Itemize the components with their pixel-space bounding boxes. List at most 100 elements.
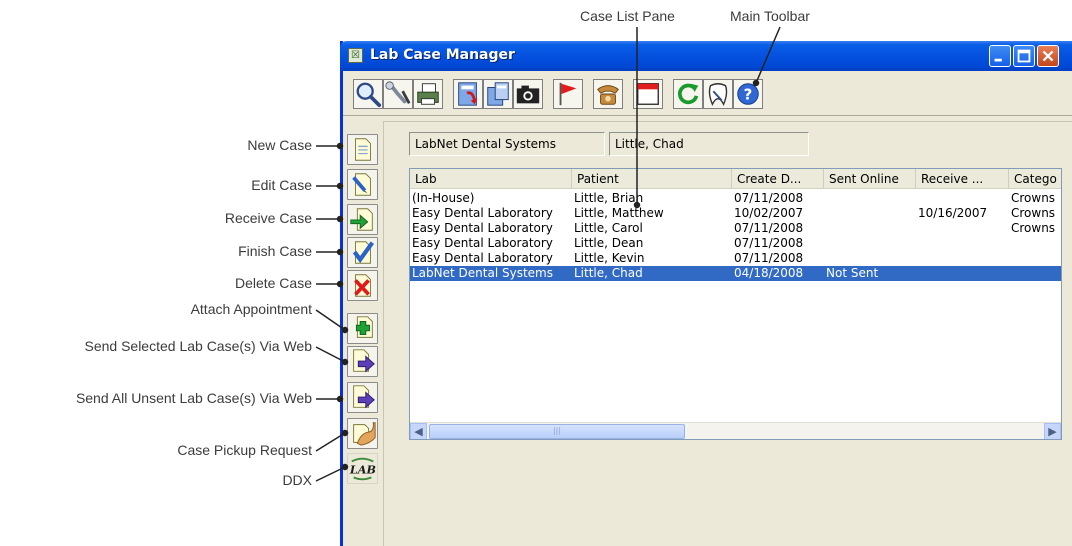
table-row[interactable]: LabNet Dental Systems Little, Chad 04/18/2… <box>410 266 1061 281</box>
table-cell: Not Sent <box>826 266 879 280</box>
chevron-right-icon: ▶ <box>1048 425 1057 438</box>
refresh-icon <box>678 83 699 105</box>
table-row[interactable]: (In-House) Little, Brian 07/11/2008 Crowns <box>410 191 1061 206</box>
table-cell: Crowns <box>1011 206 1056 220</box>
toolbar-calendar-button[interactable] <box>633 79 663 109</box>
table-cell: 07/11/2008 <box>734 236 804 250</box>
table-cell: Easy Dental Laboratory <box>412 236 553 250</box>
callout-send-all-unsent: Send All Unsent Lab Case(s) Via Web <box>75 390 312 406</box>
edit-case-button[interactable] <box>347 169 378 200</box>
ddx-lab-text: LAB <box>349 463 376 477</box>
wrench-setup-icon <box>385 81 411 104</box>
camera-icon <box>516 85 540 104</box>
table-row[interactable]: Easy Dental Laboratory Little, Matthew 10/… <box>410 206 1061 221</box>
send-arrow-icon <box>353 349 375 373</box>
selected-lab-field: LabNet Dental Systems <box>409 132 605 156</box>
table-cell: Easy Dental Laboratory <box>412 221 553 235</box>
table-cell: Crowns <box>1011 191 1056 205</box>
report-sheet-icon <box>487 82 509 106</box>
maximize-button[interactable] <box>1013 45 1035 67</box>
selected-patient-field: Little, Chad <box>609 132 809 156</box>
toolbar-flag-button[interactable] <box>553 79 583 109</box>
table-cell: 07/11/2008 <box>734 191 804 205</box>
finish-check-icon <box>352 241 375 264</box>
delete-x-icon <box>354 274 371 297</box>
receive-case-button[interactable] <box>347 204 378 235</box>
close-button[interactable] <box>1037 45 1059 67</box>
callout-attach-appointment: Attach Appointment <box>190 301 312 317</box>
table-cell: Crowns <box>1011 221 1056 235</box>
toolbar-tooth-button[interactable] <box>703 79 733 109</box>
lab-case-app-icon: ☒ <box>348 48 363 63</box>
magnifier-search-icon <box>356 82 382 108</box>
table-cell: 04/18/2008 <box>734 266 804 280</box>
send-selected-via-web-button[interactable] <box>347 346 378 377</box>
callout-send-selected: Send Selected Lab Case(s) Via Web <box>84 338 312 354</box>
column-header-sent-online[interactable]: Sent Online <box>824 169 916 189</box>
table-cell: Little, Matthew <box>574 206 664 220</box>
scroll-right-button[interactable]: ▶ <box>1044 423 1061 439</box>
table-row[interactable]: Easy Dental Laboratory Little, Carol 07/11… <box>410 221 1061 236</box>
table-cell: LabNet Dental Systems <box>412 266 553 280</box>
toolbar-print-button[interactable] <box>413 79 443 109</box>
table-cell: 07/11/2008 <box>734 221 804 235</box>
column-header-create-date[interactable]: Create D... <box>732 169 824 189</box>
toolbar-setup-button[interactable] <box>383 79 413 109</box>
main-toolbar: ? <box>343 71 1072 116</box>
edit-document-icon <box>352 173 371 196</box>
attach-plus-icon <box>355 316 373 338</box>
calendar-icon <box>637 83 659 105</box>
chevron-left-icon: ◀ <box>414 425 423 438</box>
callout-main-toolbar: Main Toolbar <box>730 8 810 24</box>
pickup-hand-icon <box>353 422 376 446</box>
table-row[interactable]: Easy Dental Laboratory Little, Kevin 07/11… <box>410 251 1061 266</box>
lab-ddx-icon: LAB <box>349 457 376 481</box>
toolbar-search-button[interactable] <box>353 79 383 109</box>
title-bar[interactable]: ☒ Lab Case Manager <box>340 41 1072 71</box>
table-cell: Little, Dean <box>574 236 644 250</box>
minimize-button[interactable] <box>989 45 1011 67</box>
svg-text:?: ? <box>744 86 753 104</box>
scroll-left-button[interactable]: ◀ <box>410 423 427 439</box>
column-header-category[interactable]: Catego <box>1009 169 1061 189</box>
telephone-icon <box>597 85 619 105</box>
ddx-button[interactable]: LAB <box>347 453 378 484</box>
attach-appointment-button[interactable] <box>347 313 378 344</box>
window-title: Lab Case Manager <box>370 47 515 63</box>
toolbar-camera-button[interactable] <box>513 79 543 109</box>
delete-case-button[interactable] <box>347 270 378 301</box>
toolbar-report-button[interactable] <box>453 79 483 109</box>
callout-new-case: New Case <box>247 137 312 153</box>
case-list-pane[interactable]: Lab Patient Create D... Sent Online Rece… <box>409 168 1062 440</box>
column-header-patient[interactable]: Patient <box>572 169 732 189</box>
callout-case-pickup-request: Case Pickup Request <box>177 442 312 458</box>
toolbar-report-sheet-button[interactable] <box>483 79 513 109</box>
table-cell: Easy Dental Laboratory <box>412 206 553 220</box>
table-cell: Little, Carol <box>574 221 643 235</box>
toolbar-phone-button[interactable] <box>593 79 623 109</box>
toolbar-help-button[interactable]: ? <box>733 79 763 109</box>
callout-delete-case: Delete Case <box>234 275 312 291</box>
horizontal-scrollbar[interactable]: ◀ ||| ▶ <box>410 422 1061 439</box>
toolbar-refresh-button[interactable] <box>673 79 703 109</box>
table-cell: Little, Chad <box>574 266 643 280</box>
table-cell: 10/16/2007 <box>918 206 988 220</box>
case-pickup-request-button[interactable] <box>347 418 378 449</box>
tooth-icon <box>708 83 728 106</box>
column-header-lab[interactable]: Lab <box>410 169 572 189</box>
minimize-icon <box>994 58 1002 62</box>
callout-case-list-pane: Case List Pane <box>580 8 675 24</box>
table-cell: (In-House) <box>412 191 475 205</box>
new-case-button[interactable] <box>347 134 378 165</box>
lab-case-manager-window: ☒ Lab Case Manager ? LAB LabNet Dental S… <box>340 41 1072 546</box>
send-all-unsent-via-web-button[interactable] <box>347 382 378 413</box>
column-header-receive-date[interactable]: Receive ... <box>916 169 1009 189</box>
scroll-thumb[interactable]: ||| <box>429 424 685 439</box>
finish-case-button[interactable] <box>347 237 378 268</box>
receive-document-icon <box>350 208 373 231</box>
table-cell: Easy Dental Laboratory <box>412 251 553 265</box>
table-row[interactable]: Easy Dental Laboratory Little, Dean 07/11/… <box>410 236 1061 251</box>
close-icon <box>1042 50 1054 62</box>
callout-edit-case: Edit Case <box>251 177 312 193</box>
table-cell: 10/02/2007 <box>734 206 804 220</box>
